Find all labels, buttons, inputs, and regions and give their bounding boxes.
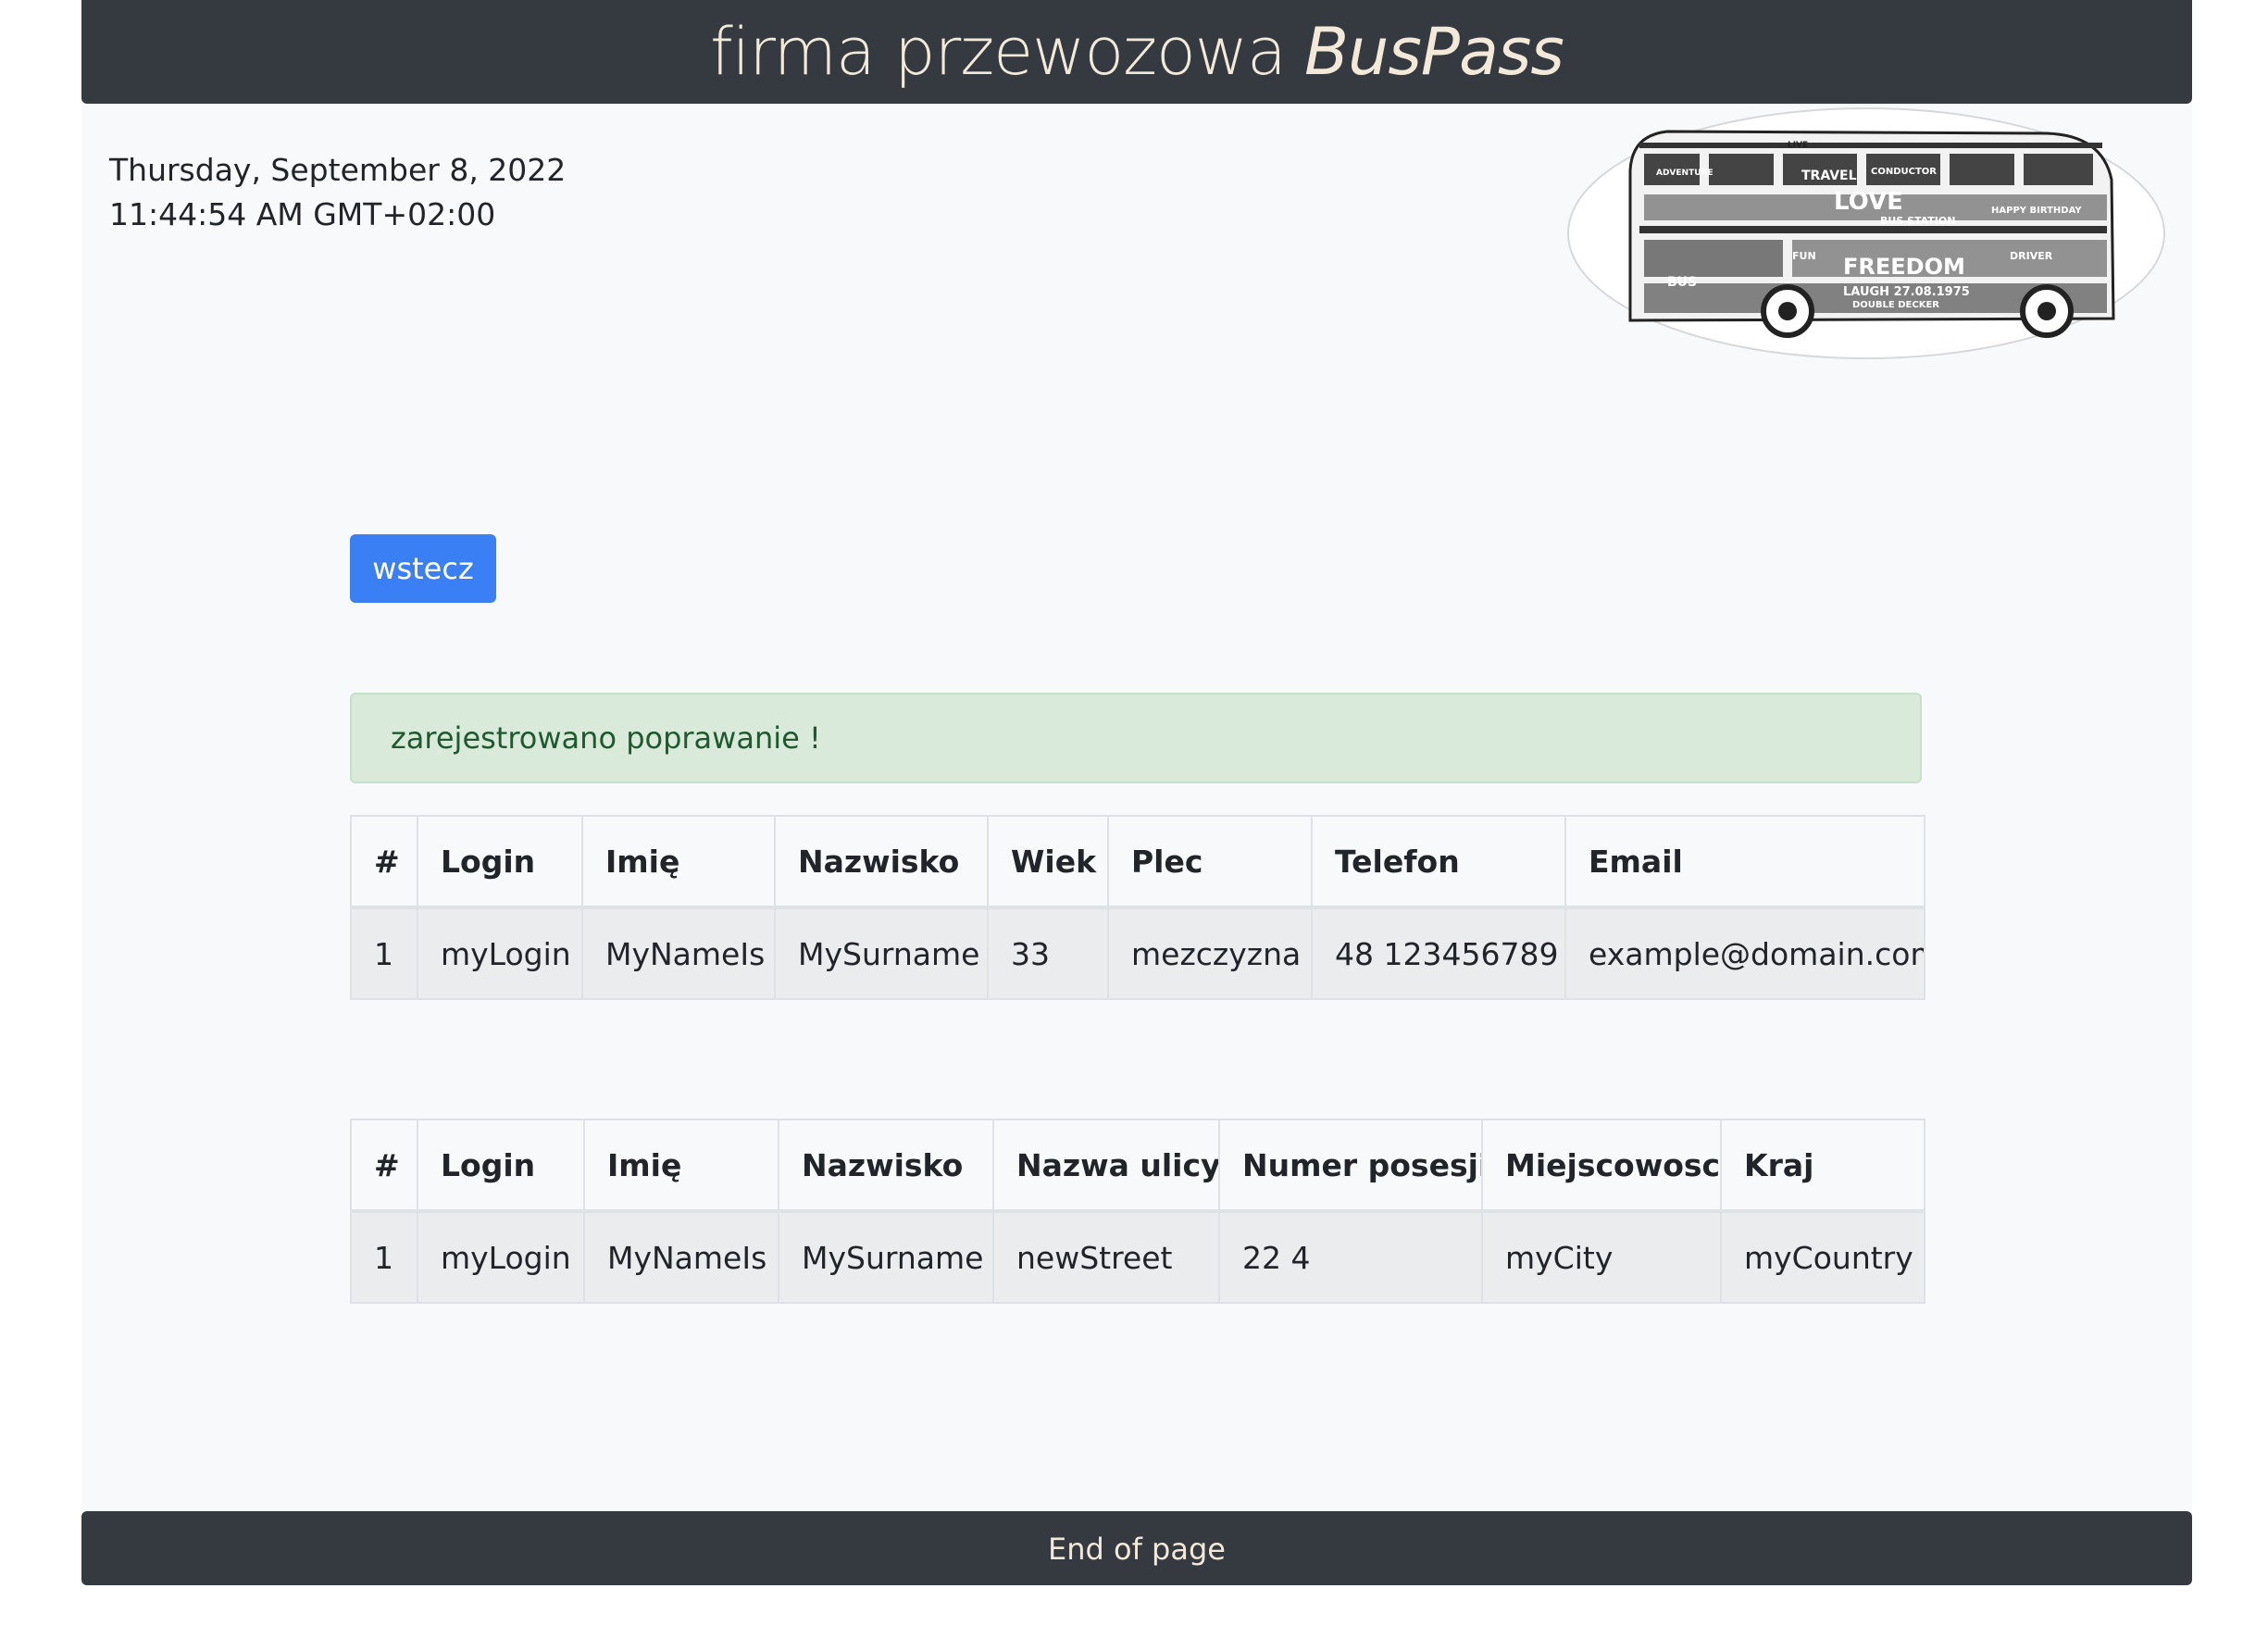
column-header: Numer posesji	[1218, 1119, 1483, 1213]
table-cell: 22 4	[1218, 1210, 1483, 1304]
table-cell: MySurname	[778, 1210, 994, 1304]
current-time: 11:44:54 AM GMT+02:00	[109, 196, 496, 232]
header-title: firma przewozowa	[710, 14, 1287, 90]
table-header-row: # Login Imię Nazwisko Nazwa ulicy Numer …	[350, 1119, 1925, 1213]
alert-message: zarejestrowano poprawanie !	[391, 720, 821, 756]
column-header: Telefon	[1311, 815, 1566, 909]
header-brand: BusPass	[1303, 14, 1564, 90]
logo-word-adventure: ADVENTURE	[1656, 169, 1713, 178]
page-footer: End of page	[81, 1511, 2192, 1585]
table-cell: newStreet	[992, 1210, 1220, 1304]
address-table: # Login Imię Nazwisko Nazwa ulicy Numer …	[350, 1119, 1925, 1304]
table-cell: 1	[350, 907, 418, 1000]
logo-word-fun: FUN	[1792, 250, 1816, 262]
table-cell: 1	[350, 1210, 418, 1304]
table-row: 1 myLogin MyNameIs MySurname newStreet 2…	[350, 1210, 1925, 1304]
logo-word-love: LOVE	[1834, 188, 1903, 216]
logo-word-freedom: FREEDOM	[1843, 254, 1965, 280]
logo-word-happy-birthday: HAPPY BIRTHDAY	[1991, 206, 2082, 216]
footer-text: End of page	[1048, 1532, 1226, 1567]
table-header-row: # Login Imię Nazwisko Wiek Plec Telefon …	[350, 815, 1925, 909]
bus-word-cloud-logo: LOVE TRAVEL BUS STATION FREEDOM LAUGH 27…	[1567, 107, 2165, 359]
page-header: firma przewozowa BusPass	[81, 0, 2192, 104]
column-header: Email	[1564, 815, 1925, 909]
table-cell: 48 123456789	[1311, 907, 1566, 1000]
column-header: Imię	[581, 815, 776, 909]
table-cell: myLogin	[417, 907, 583, 1000]
table-cell: myLogin	[417, 1210, 585, 1304]
column-header: Kraj	[1720, 1119, 1925, 1213]
table-cell: MyNameIs	[581, 907, 776, 1000]
column-header: Wiek	[987, 815, 1109, 909]
logo-word-double-decker: DOUBLE DECKER	[1852, 300, 1939, 310]
table-cell: mezczyzna	[1107, 907, 1313, 1000]
column-header: Login	[417, 815, 583, 909]
page-container: firma przewozowa BusPass Thursday, Septe…	[81, 0, 2192, 1585]
back-button[interactable]: wstecz	[350, 534, 496, 603]
column-header: Login	[417, 1119, 585, 1213]
column-header: #	[350, 815, 418, 909]
column-header: Plec	[1107, 815, 1313, 909]
column-header: Nazwa ulicy	[992, 1119, 1220, 1213]
table-row: 1 myLogin MyNameIs MySurname 33 mezczyzn…	[350, 907, 1925, 1000]
logo-word-driver: DRIVER	[2010, 250, 2053, 262]
table-cell: myCountry	[1720, 1210, 1925, 1304]
current-datetime: Thursday, September 8, 2022 11:44:54 AM …	[109, 148, 566, 237]
column-header: Nazwisko	[774, 815, 989, 909]
table-cell: myCity	[1481, 1210, 1722, 1304]
table-cell: MyNameIs	[583, 1210, 779, 1304]
logo-word-bus-station: BUS STATION	[1880, 215, 1955, 227]
column-header: Miejscowosc	[1481, 1119, 1722, 1213]
table-cell: example@domain.com	[1564, 907, 1925, 1000]
logo-word-bus: BUS	[1667, 275, 1697, 290]
current-date: Thursday, September 8, 2022	[109, 152, 567, 188]
success-alert: zarejestrowano poprawanie !	[350, 693, 1922, 783]
users-table: # Login Imię Nazwisko Wiek Plec Telefon …	[350, 815, 1925, 1000]
logo-word-travel: TRAVEL	[1801, 169, 1857, 183]
table-cell: MySurname	[774, 907, 989, 1000]
logo-word-live: LIVE	[1788, 141, 1808, 150]
column-header: #	[350, 1119, 418, 1213]
logo-word-laugh: LAUGH 27.08.1975	[1843, 285, 1970, 299]
logo-word-conductor: CONDUCTOR	[1871, 167, 1937, 177]
column-header: Nazwisko	[778, 1119, 994, 1213]
column-header: Imię	[583, 1119, 779, 1213]
table-cell: 33	[987, 907, 1109, 1000]
